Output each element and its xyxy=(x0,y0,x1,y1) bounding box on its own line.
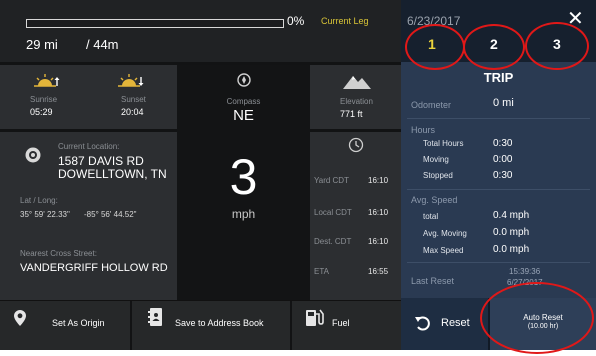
divider xyxy=(407,118,590,119)
divider xyxy=(407,189,590,190)
yard-time-value: 16:10 xyxy=(368,176,389,185)
fuel-pump-icon xyxy=(306,308,326,331)
avg-speed-label: Avg. Speed xyxy=(411,195,458,205)
location-pin-icon xyxy=(14,310,26,331)
dest-time-label: Dest. CDT xyxy=(314,237,352,246)
location-target-icon xyxy=(24,146,42,169)
compass-label: Compass xyxy=(226,97,261,106)
set-as-origin-label: Set As Origin xyxy=(52,318,105,328)
moving-label: Moving xyxy=(423,155,449,164)
compass-heading: NE xyxy=(233,107,254,124)
sun-panel: Sunrise 05:29 Sunset 20:04 xyxy=(0,65,177,129)
set-as-origin-button[interactable]: Set As Origin xyxy=(0,301,130,350)
cross-street-value: VANDERGRIFF HOLLOW RD xyxy=(20,262,168,274)
stopped-value: 0:30 xyxy=(493,170,513,181)
save-to-address-book-label: Save to Address Book xyxy=(175,318,264,328)
address-line-1: 1587 DAVIS RD xyxy=(58,154,144,168)
max-speed-label: Max Speed xyxy=(423,246,464,255)
odometer-label: Odometer xyxy=(411,100,452,110)
address-book-icon xyxy=(148,308,162,331)
fuel-button[interactable]: Fuel xyxy=(292,301,401,350)
current-leg-label[interactable]: Current Leg xyxy=(321,16,369,26)
leg-progress-bar xyxy=(26,19,284,28)
total-hours-value: 0:30 xyxy=(493,138,513,149)
elevation-label: Elevation xyxy=(340,97,373,106)
annotation-circle-tab-1 xyxy=(405,24,465,70)
current-speed: 3 xyxy=(229,149,258,205)
local-time-value: 16:10 xyxy=(368,208,389,217)
current-location-label: Current Location: xyxy=(58,142,120,151)
moving-value: 0:00 xyxy=(493,154,513,165)
address-line-2: DOWELLTOWN, TN xyxy=(58,167,167,181)
clock-icon xyxy=(348,137,364,158)
fuel-label: Fuel xyxy=(332,318,350,328)
last-reset-time: 15:39:36 xyxy=(509,267,541,276)
local-time-label: Local CDT xyxy=(314,208,352,217)
annotation-circle-tab-3 xyxy=(525,22,589,70)
remaining-distance: 29 mi xyxy=(26,37,58,52)
longitude-value: -85° 56' 44.52" xyxy=(84,210,137,219)
sunset-time: 20:04 xyxy=(121,107,144,117)
sunrise-time: 05:29 xyxy=(30,107,53,117)
reset-label: Reset xyxy=(441,317,470,329)
hours-label: Hours xyxy=(411,125,436,135)
avg-moving-value: 0.0 mph xyxy=(493,227,530,238)
latlong-label: Lat / Long: xyxy=(20,196,58,205)
cross-street-label: Nearest Cross Street: xyxy=(20,249,97,258)
elevation-value: 771 ft xyxy=(340,109,363,119)
save-to-address-book-button[interactable]: Save to Address Book xyxy=(132,301,290,350)
sunset-label: Sunset xyxy=(121,95,146,104)
leg-progress-percent: 0% xyxy=(287,14,305,28)
yard-time-label: Yard CDT xyxy=(314,176,349,185)
eta-label: ETA xyxy=(314,267,329,276)
remaining-time: / 44m xyxy=(86,37,119,52)
total-speed-value: 0.4 mph xyxy=(493,210,530,221)
sunset-icon xyxy=(118,73,144,94)
reset-arrow-icon xyxy=(415,315,431,336)
mountain-icon xyxy=(343,73,371,94)
bottom-toolbar: Set As Origin Save to Address Book Fuel xyxy=(0,300,401,350)
sunrise-label: Sunrise xyxy=(30,95,58,104)
latitude-value: 35° 59' 22.33" xyxy=(20,210,70,219)
sunrise-icon xyxy=(34,73,60,94)
trip-title: TRIP xyxy=(483,70,514,85)
elevation-panel: Elevation 771 ft xyxy=(310,65,401,129)
dest-time-value: 16:10 xyxy=(368,237,389,246)
eta-value: 16:55 xyxy=(368,267,389,276)
total-speed-label: total xyxy=(423,212,439,221)
odometer-value: 0 mi xyxy=(493,97,514,109)
divider xyxy=(407,262,590,263)
speed-unit: mph xyxy=(231,207,256,221)
avg-moving-label: Avg. Moving xyxy=(423,229,467,238)
annotation-circle-tab-2 xyxy=(463,24,525,70)
max-speed-value: 0.0 mph xyxy=(493,244,530,255)
reset-button[interactable]: Reset xyxy=(401,298,488,350)
compass-speed-panel: Compass NE 3 mph xyxy=(177,65,310,300)
last-reset-label: Last Reset xyxy=(411,276,455,286)
times-panel: Yard CDT 16:10 Local CDT 16:10 Dest. CDT… xyxy=(310,132,401,300)
stopped-label: Stopped xyxy=(423,171,453,180)
annotation-circle-auto-reset xyxy=(480,282,594,354)
compass-icon xyxy=(237,73,251,92)
total-hours-label: Total Hours xyxy=(423,139,464,148)
location-panel: Current Location: 1587 DAVIS RD DOWELLTO… xyxy=(0,132,177,300)
